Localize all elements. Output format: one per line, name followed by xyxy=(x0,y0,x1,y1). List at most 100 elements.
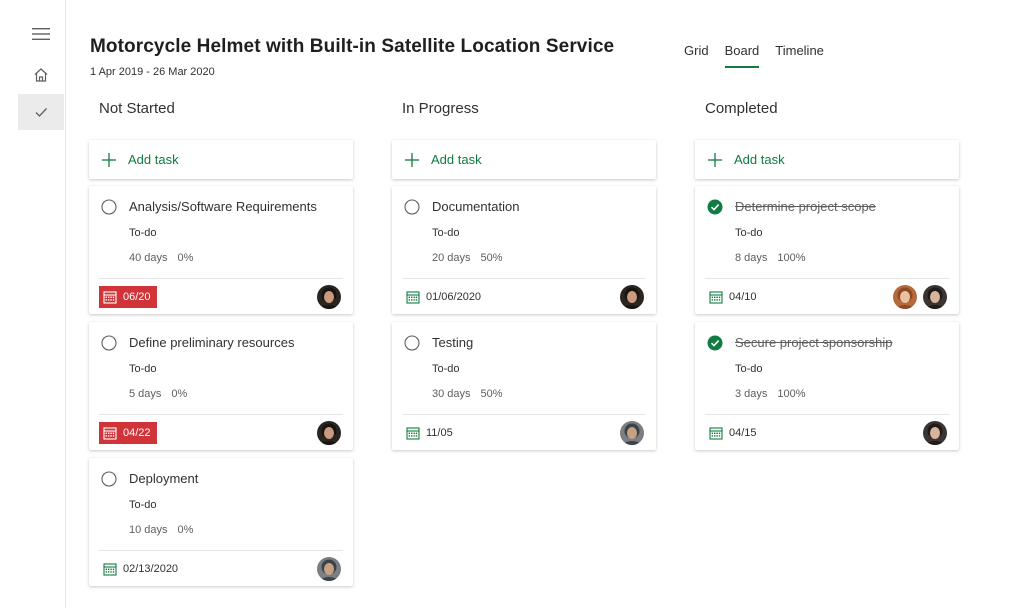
card-divider xyxy=(99,550,343,551)
assignees xyxy=(311,285,341,309)
circle-checkbox-icon[interactable] xyxy=(101,199,117,215)
task-progress: 50% xyxy=(480,388,503,400)
task-meta: 30 days 50% xyxy=(432,388,503,400)
card-divider xyxy=(705,278,949,279)
card-divider xyxy=(99,414,343,415)
avatar[interactable] xyxy=(923,421,947,445)
add-task-button[interactable]: Add task xyxy=(392,140,656,179)
task-bucket: To-do xyxy=(432,363,460,375)
task-card[interactable]: Testing To-do 30 days 50% 11/05 xyxy=(392,322,656,450)
plus-icon xyxy=(405,152,419,167)
checkmark-icon xyxy=(35,108,47,117)
avatar-man-grey-icon xyxy=(317,557,341,581)
circle-checkbox-icon[interactable] xyxy=(101,471,117,487)
task-card[interactable]: Analysis/Software Requirements To-do 40 da… xyxy=(89,186,353,314)
assignees xyxy=(311,557,341,581)
completed-check-icon[interactable] xyxy=(707,335,723,351)
task-duration: 40 days xyxy=(129,252,168,264)
board-column: Completed Add task Determine project scope… xyxy=(695,100,959,450)
task-duration: 8 days xyxy=(735,252,768,264)
task-progress: 100% xyxy=(777,388,806,400)
calendar-icon xyxy=(103,563,117,576)
calendar-icon xyxy=(709,427,723,440)
card-divider xyxy=(99,278,343,279)
board-column: Not Started Add task Analysis/Software Req… xyxy=(89,100,353,586)
task-card[interactable]: Determine project scope To-do 8 days 100% 04… xyxy=(695,186,959,314)
avatar-woman-dark-hair-icon xyxy=(317,285,341,309)
task-bucket: To-do xyxy=(129,363,157,375)
task-name: Secure project sponsorship xyxy=(735,335,893,350)
tab-grid[interactable]: Grid xyxy=(684,43,709,68)
calendar-icon xyxy=(103,291,117,304)
task-card[interactable]: Define preliminary resources To-do 5 days 0… xyxy=(89,322,353,450)
add-task-label: Add task xyxy=(734,152,785,167)
task-progress: 0% xyxy=(177,524,194,536)
task-meta: 5 days 0% xyxy=(129,388,187,400)
avatar[interactable] xyxy=(317,557,341,581)
task-name: Define preliminary resources xyxy=(129,335,295,350)
task-meta: 8 days 100% xyxy=(735,252,806,264)
column-title: Completed xyxy=(705,100,778,117)
circle-checkbox-icon[interactable] xyxy=(404,199,420,215)
board-column: In Progress Add task Documentation To-do 20 … xyxy=(392,100,656,450)
card-divider xyxy=(705,414,949,415)
completed-check-icon[interactable] xyxy=(707,199,723,215)
card-divider xyxy=(402,414,646,415)
due-date-badge: 04/10 xyxy=(705,286,763,308)
avatar-man-dark-hair-icon xyxy=(923,421,947,445)
plus-icon xyxy=(102,152,116,167)
my-tasks-button[interactable] xyxy=(18,94,64,130)
due-date-badge: 01/06/2020 xyxy=(402,286,487,308)
task-name: Determine project scope xyxy=(735,199,876,214)
due-date-badge: 11/05 xyxy=(402,422,459,444)
task-duration: 10 days xyxy=(129,524,168,536)
due-date-badge: 06/20 xyxy=(99,286,157,308)
task-duration: 30 days xyxy=(432,388,471,400)
hamburger-menu-button[interactable] xyxy=(18,16,64,52)
avatar-man-grey-icon xyxy=(620,421,644,445)
task-bucket: To-do xyxy=(432,227,460,239)
plus-icon xyxy=(708,152,722,167)
task-progress: 100% xyxy=(777,252,806,264)
task-name: Testing xyxy=(432,335,474,350)
add-task-button[interactable]: Add task xyxy=(695,140,959,179)
avatar-man-dark-hair-icon xyxy=(923,285,947,309)
task-duration: 5 days xyxy=(129,388,162,400)
task-card[interactable]: Deployment To-do 10 days 0% 02/13/2020 xyxy=(89,458,353,586)
due-date-text: 11/05 xyxy=(426,427,453,439)
avatar[interactable] xyxy=(923,285,947,309)
card-divider xyxy=(402,278,646,279)
due-date-text: 04/22 xyxy=(123,427,151,439)
view-switcher: Grid Board Timeline xyxy=(684,43,840,68)
due-date-badge: 02/13/2020 xyxy=(99,558,184,580)
column-title: Not Started xyxy=(99,100,175,117)
home-button[interactable] xyxy=(18,57,64,93)
circle-checkbox-icon[interactable] xyxy=(101,335,117,351)
due-date-badge: 04/15 xyxy=(705,422,763,444)
task-card[interactable]: Secure project sponsorship To-do 3 days 100… xyxy=(695,322,959,450)
task-progress: 50% xyxy=(480,252,503,264)
due-date-text: 04/15 xyxy=(729,427,757,439)
hamburger-menu-icon xyxy=(32,28,50,40)
avatar[interactable] xyxy=(620,421,644,445)
task-card[interactable]: Documentation To-do 20 days 50% 01/06/2020 xyxy=(392,186,656,314)
avatar[interactable] xyxy=(893,285,917,309)
tab-timeline[interactable]: Timeline xyxy=(775,43,824,68)
add-task-label: Add task xyxy=(431,152,482,167)
assignees xyxy=(887,285,947,309)
avatar[interactable] xyxy=(317,285,341,309)
tab-board[interactable]: Board xyxy=(724,43,759,68)
due-date-text: 06/20 xyxy=(123,291,151,303)
task-bucket: To-do xyxy=(735,363,763,375)
task-meta: 3 days 100% xyxy=(735,388,806,400)
avatar[interactable] xyxy=(317,421,341,445)
task-name: Analysis/Software Requirements xyxy=(129,199,317,214)
task-name: Deployment xyxy=(129,471,199,486)
task-duration: 20 days xyxy=(432,252,471,264)
task-progress: 0% xyxy=(177,252,194,264)
assignees xyxy=(917,421,947,445)
task-meta: 40 days 0% xyxy=(129,252,193,264)
circle-checkbox-icon[interactable] xyxy=(404,335,420,351)
avatar[interactable] xyxy=(620,285,644,309)
add-task-button[interactable]: Add task xyxy=(89,140,353,179)
